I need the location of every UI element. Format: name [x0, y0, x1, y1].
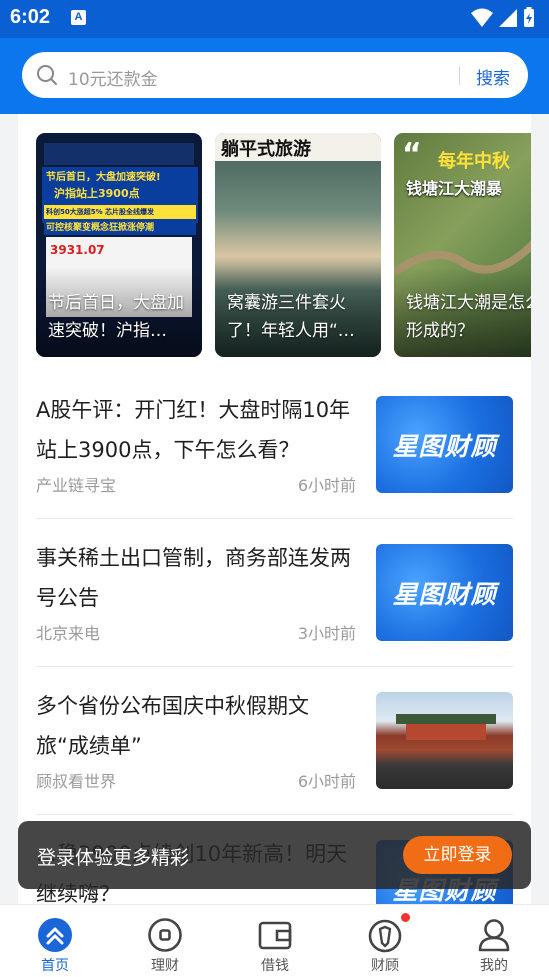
story-card-tide[interactable]: “ 每年中秋 钱塘江大潮暴 钱塘江大潮是怎么形成的？	[394, 133, 531, 357]
search-divider	[459, 66, 460, 85]
story-overlay-headline: 节后首日，大盘加速突破!	[46, 172, 161, 183]
search-bar[interactable]: 10元还款金 搜索	[22, 52, 528, 98]
news-title[interactable]: 多个省份公布国庆中秋假期文旅“成绩单”	[36, 686, 358, 766]
search-icon	[37, 65, 57, 85]
nav-label: 借钱	[261, 958, 289, 974]
nav-item-me[interactable]: 我的	[439, 905, 549, 977]
login-button[interactable]: 立即登录	[403, 836, 512, 874]
search-input[interactable]: 10元还款金	[68, 65, 158, 90]
story-overlay-line3: 科创50大涨超5% 芯片股全线爆发	[46, 208, 155, 216]
toast-text: 登录体验更多精彩	[37, 847, 190, 869]
news-time: 6小时前	[297, 476, 356, 495]
quote-icon: “	[402, 137, 422, 172]
news-item[interactable]: A股午评：开门红！大盘时隔10年站上3900点，下午怎么看？ 产业链寻宝 6小时…	[36, 390, 513, 538]
nav-label: 我的	[480, 958, 508, 974]
nav-label: 理财	[151, 958, 179, 974]
login-toast: 登录体验更多精彩 立即登录	[18, 821, 531, 889]
news-item[interactable]: 多个省份公布国庆中秋假期文旅“成绩单” 顾叔看世界 6小时前	[36, 686, 513, 834]
divider	[36, 814, 513, 815]
story-carousel[interactable]: 节后首日，大盘加速突破! 沪指站上3900点 科创50大涨超5% 芯片股全线爆发…	[36, 133, 531, 357]
search-button[interactable]: 搜索	[476, 64, 510, 89]
status-time: 6:02	[10, 6, 51, 28]
news-item[interactable]: 事关稀土出口管制，商务部连发两号公告 北京来电 3小时前 星图财顾	[36, 538, 513, 686]
temple-graphic	[406, 722, 486, 740]
news-source: 顾叔看世界	[36, 772, 117, 791]
wifi-icon	[471, 8, 493, 27]
status-bar: 6:02 A	[0, 0, 549, 38]
story-overlay-title-1: 每年中秋	[438, 151, 510, 172]
divider	[36, 518, 513, 519]
news-time: 6小时前	[297, 772, 356, 791]
user-icon	[478, 919, 510, 952]
story-caption: 节后首日，大盘加速突破！沪指…	[48, 293, 184, 341]
nav-item-advisor[interactable]: 财顾	[330, 905, 440, 977]
divider	[36, 666, 513, 667]
story-caption: 窝囊游三件套火了！年轻人用“…	[227, 293, 355, 341]
nav-item-wealth[interactable]: 理财	[110, 905, 220, 977]
news-time: 3小时前	[297, 624, 356, 643]
notification-icon: A	[71, 10, 86, 25]
news-thumbnail[interactable]: 星图财顾	[376, 544, 513, 641]
wallet-icon	[258, 921, 292, 950]
feed-container: 节后首日，大盘加速突破! 沪指站上3900点 科创50大涨超5% 芯片股全线爆发…	[18, 114, 531, 904]
wealth-circle-icon	[148, 918, 182, 952]
index-value: 3931.07	[50, 243, 105, 257]
story-overlay-title: 躺平式旅游	[221, 139, 311, 160]
home-chevron-icon	[38, 918, 72, 952]
news-source: 北京来电	[36, 624, 101, 643]
status-icons	[471, 7, 534, 27]
news-title[interactable]: 事关稀土出口管制，商务部连发两号公告	[36, 538, 358, 618]
story-overlay-line4: 可控核聚变概念狂掀涨停潮	[46, 223, 155, 233]
story-overlay-subhead: 沪指站上3900点	[54, 187, 140, 200]
nav-label: 首页	[41, 958, 69, 974]
notification-badge	[401, 913, 410, 922]
story-caption: 钱塘江大潮是怎么形成的？	[406, 293, 531, 341]
bottom-nav: 首页 理财 借钱 财顾 我的	[0, 904, 549, 977]
brand-logo: 星图财顾	[392, 431, 497, 461]
news-title[interactable]: A股午评：开门红！大盘时隔10年站上3900点，下午怎么看？	[36, 390, 358, 470]
app-header: 6:02 A 10元还款金 搜索	[0, 0, 549, 114]
brand-logo: 星图财顾	[392, 579, 497, 609]
advisor-icon	[368, 919, 402, 953]
nav-item-borrow[interactable]: 借钱	[220, 905, 330, 977]
story-card-travel[interactable]: 躺平式旅游 窝囊游三件套火了！年轻人用“…	[215, 133, 381, 357]
nav-item-home[interactable]: 首页	[0, 905, 110, 977]
news-source: 产业链寻宝	[36, 476, 117, 495]
nav-label: 财顾	[371, 958, 399, 974]
story-overlay-title-2: 钱塘江大潮暴	[406, 179, 503, 198]
signal-icon	[499, 9, 517, 27]
story-card-market[interactable]: 节后首日，大盘加速突破! 沪指站上3900点 科创50大涨超5% 芯片股全线爆发…	[36, 133, 202, 357]
news-thumbnail[interactable]: 星图财顾	[376, 396, 513, 493]
news-thumbnail-photo[interactable]	[376, 692, 513, 789]
